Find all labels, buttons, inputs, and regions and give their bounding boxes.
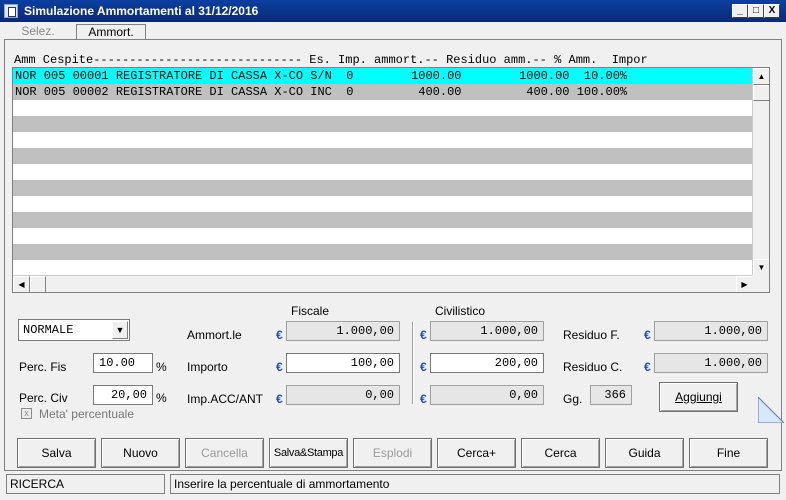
perc-fis-input[interactable]: 10.00 — [93, 353, 153, 373]
column-separator — [412, 322, 414, 404]
scroll-down-icon[interactable]: ▼ — [753, 259, 769, 276]
residuo-c-label: Residuo C. — [563, 360, 623, 374]
fine-button[interactable]: Fine — [689, 438, 768, 468]
euro-icon: € — [644, 328, 651, 342]
perc-civ-label: Perc. Civ — [19, 391, 68, 405]
euro-icon: € — [644, 360, 651, 374]
gg-field: 366 — [590, 385, 632, 405]
empty-row — [13, 164, 753, 180]
section-civilistico: Civilistico — [435, 304, 486, 318]
status-mode: RICERCA — [6, 474, 165, 494]
salva-stampa-button[interactable]: Salva&Stampa — [269, 438, 348, 468]
empty-row — [13, 132, 753, 148]
perc-civ-input[interactable]: 20,00 — [93, 385, 153, 405]
empty-row — [13, 180, 753, 196]
minimize-button[interactable]: _ — [732, 4, 748, 18]
euro-icon: € — [420, 392, 427, 406]
fis-ammortle-field: 1.000,00 — [286, 321, 400, 341]
civ-importo-input[interactable]: 200,00 — [430, 353, 544, 373]
residuo-f-field: 1.000,00 — [654, 321, 768, 341]
euro-icon: € — [276, 392, 283, 406]
perc-fis-label: Perc. Fis — [19, 360, 67, 374]
vertical-scrollbar[interactable]: ▲ ▼ — [752, 68, 769, 276]
cancella-button[interactable]: Cancella — [185, 438, 264, 468]
tab-selez[interactable]: Selez. — [4, 24, 72, 40]
maximize-button[interactable]: □ — [748, 4, 764, 18]
empty-row — [13, 196, 753, 212]
mode-select-value: NORMALE — [23, 323, 74, 337]
table-row[interactable]: NOR 005 00001 REGISTRATORE DI CASSA X-CO… — [13, 68, 753, 84]
esplodi-button[interactable]: Esplodi — [353, 438, 432, 468]
empty-row — [13, 260, 753, 276]
asset-list[interactable]: NOR 005 00001 REGISTRATORE DI CASSA X-CO… — [12, 67, 770, 293]
title-bar: Simulazione Ammortamenti al 31/12/2016 _… — [0, 0, 786, 22]
civ-ammortle-field: 1.000,00 — [430, 321, 544, 341]
fis-importo-input[interactable]: 100,00 — [286, 353, 400, 373]
scroll-left-icon[interactable]: ◀ — [13, 276, 30, 292]
empty-row — [13, 116, 753, 132]
residuo-c-field: 1.000,00 — [654, 353, 768, 373]
status-message: Inserire la percentuale di ammortamento — [170, 474, 780, 494]
close-button[interactable]: X — [764, 4, 780, 18]
meta-percentuale-label: Meta' percentuale — [39, 407, 135, 421]
euro-icon: € — [420, 328, 427, 342]
residuo-f-label: Residuo F. — [563, 328, 620, 342]
meta-percentuale-checkbox[interactable]: x — [21, 408, 32, 419]
perc-civ-percent: % — [156, 391, 167, 405]
impacc-label: Imp.ACC/ANT — [187, 392, 264, 406]
scroll-right-icon[interactable]: ▶ — [736, 276, 753, 292]
guida-button[interactable]: Guida — [605, 438, 684, 468]
ammortle-label: Ammort.le — [187, 328, 242, 342]
empty-row — [13, 148, 753, 164]
tab-ammort[interactable]: Ammort. — [76, 24, 146, 40]
euro-icon: € — [420, 360, 427, 374]
scroll-thumb[interactable] — [753, 85, 769, 101]
scroll-up-icon[interactable]: ▲ — [753, 68, 769, 85]
mode-select[interactable]: NORMALE ▼ — [18, 319, 130, 341]
nuovo-button[interactable]: Nuovo — [101, 438, 180, 468]
cerca-button[interactable]: Cerca — [521, 438, 600, 468]
perc-fis-percent: % — [156, 360, 167, 374]
salva-button[interactable]: Salva — [17, 438, 96, 468]
civ-impacc-field: 0,00 — [430, 385, 544, 405]
hscroll-thumb[interactable] — [30, 276, 46, 292]
empty-row — [13, 212, 753, 228]
euro-icon: € — [276, 360, 283, 374]
importo-label: Importo — [187, 360, 228, 374]
gg-label: Gg. — [563, 392, 583, 406]
scroll-corner — [752, 275, 769, 292]
section-fiscale: Fiscale — [291, 304, 330, 318]
euro-icon: € — [276, 328, 283, 342]
window-title: Simulazione Ammortamenti al 31/12/2016 — [24, 4, 259, 18]
list-header: Amm Cespite-----------------------------… — [14, 53, 648, 67]
empty-row — [13, 228, 753, 244]
aggiungi-button[interactable]: Aggiungi — [659, 382, 738, 412]
empty-row — [13, 244, 753, 260]
cerca-plus-button[interactable]: Cerca+ — [437, 438, 516, 468]
fis-impacc-field: 0,00 — [286, 385, 400, 405]
table-row[interactable]: NOR 005 00002 REGISTRATORE DI CASSA X-CO… — [13, 84, 753, 100]
chevron-down-icon[interactable]: ▼ — [112, 321, 128, 339]
empty-row — [13, 100, 753, 116]
horizontal-scrollbar[interactable]: ◀ ▶ — [13, 275, 753, 292]
resize-triangle-icon — [758, 397, 784, 423]
app-icon — [4, 4, 18, 18]
